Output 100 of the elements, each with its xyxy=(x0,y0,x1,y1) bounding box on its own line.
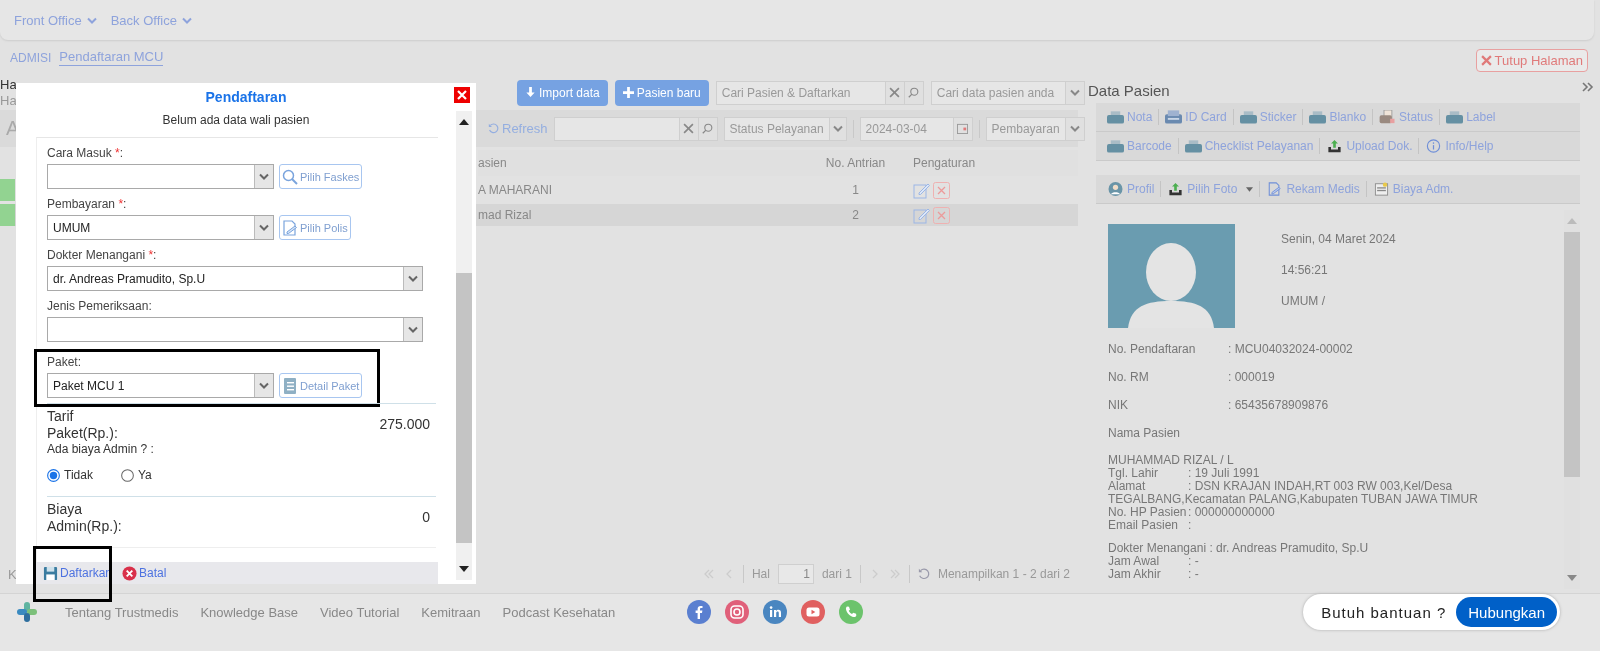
refresh-icon[interactable] xyxy=(917,568,930,580)
panel-title: Data Pasien xyxy=(1088,81,1170,101)
detail-label: No. Pendaftaran xyxy=(1108,342,1197,356)
page-input[interactable]: 1 xyxy=(777,564,814,584)
page-label: Hal xyxy=(751,567,770,581)
footer-link[interactable]: Tentang Trustmedis xyxy=(65,605,179,620)
toolbar-link[interactable]: Nota xyxy=(1101,110,1159,124)
footer-text: K xyxy=(8,566,17,582)
upload-icon xyxy=(1326,139,1344,153)
action-button[interactable]: Pilih Faskes xyxy=(279,164,363,189)
info-line: Tgl. Lahir : 19 Juli 1991 xyxy=(1108,467,1261,480)
facebook-icon[interactable] xyxy=(687,600,712,624)
toolbar-link[interactable]: Checklist Pelayanan xyxy=(1178,139,1320,153)
footer-link[interactable]: Knowledge Base xyxy=(200,605,299,620)
info-label: Jam Awal xyxy=(1108,555,1160,568)
printer-document-icon xyxy=(1379,110,1397,124)
filter-select[interactable]: Cari data pasien anda xyxy=(930,80,1085,105)
select-field[interactable]: UMUM xyxy=(47,215,274,240)
toolbar-link[interactable]: Upload Dok. xyxy=(1320,139,1419,153)
dialog-title: Pendaftaran xyxy=(205,89,287,105)
record-summary: Menampilkan 1 - 2 dari 2 xyxy=(937,567,1070,581)
collapse-icon[interactable] xyxy=(1582,81,1594,93)
radio-option[interactable]: Tidak xyxy=(47,468,93,482)
greeting-text: Ha xyxy=(0,77,17,93)
save-button[interactable]: Daftarkan xyxy=(43,565,113,581)
table-cell-text: A MAHARANI xyxy=(478,183,553,197)
visit-info: 14:56:21 xyxy=(1281,263,1329,277)
toolbar-link[interactable]: Sticker xyxy=(1233,110,1303,124)
scrollbar[interactable] xyxy=(456,111,472,580)
field-label: Jenis Pemeriksaan: xyxy=(47,298,153,314)
action-button[interactable]: Detail Paket xyxy=(279,373,363,398)
menu-button[interactable]: Front Office xyxy=(14,12,97,28)
toolbar-link[interactable]: Rekam Medis xyxy=(1260,182,1366,196)
printer-icon xyxy=(1446,110,1464,124)
toolbar-link[interactable]: Pilih Foto xyxy=(1161,182,1260,196)
printer-icon xyxy=(1107,139,1124,153)
status-strip xyxy=(0,204,15,226)
printer-icon xyxy=(1239,110,1257,124)
admin-question: Ada biaya Admin ? : xyxy=(47,442,155,456)
status-select[interactable]: Status Pelayanan xyxy=(723,116,847,141)
upload-icon xyxy=(1167,182,1185,196)
select-field[interactable] xyxy=(47,317,423,342)
close-page-button[interactable]: Tutup Halaman xyxy=(1475,49,1588,72)
search-field[interactable] xyxy=(553,116,718,141)
select-field[interactable]: Paket MCU 1 xyxy=(47,373,274,398)
edit-icon[interactable] xyxy=(913,181,930,199)
radio-option[interactable]: Ya xyxy=(120,468,152,482)
select-field[interactable] xyxy=(47,164,274,189)
delete-icon[interactable] xyxy=(933,206,950,224)
toolbar-button[interactable]: Import data xyxy=(517,79,608,106)
clear-icon[interactable] xyxy=(683,123,695,134)
toolbar-button[interactable]: Pasien baru xyxy=(614,79,709,106)
action-button[interactable]: Pilih Polis xyxy=(279,215,351,240)
toolbar-link[interactable]: Status xyxy=(1373,110,1440,124)
close-button[interactable] xyxy=(454,87,470,103)
clear-icon[interactable] xyxy=(889,87,901,98)
date-field[interactable]: 2024-03-04 xyxy=(859,116,973,141)
breadcrumb-link[interactable]: Pendaftaran MCU xyxy=(59,49,164,66)
arrow-down-icon xyxy=(525,87,536,98)
search-icon[interactable] xyxy=(908,87,920,98)
cancel-button[interactable]: Batal xyxy=(122,565,167,581)
breadcrumb-link[interactable]: ADMISI xyxy=(10,50,52,65)
footer-link[interactable]: Video Tutorial xyxy=(320,605,400,620)
toolbar-link[interactable]: ID Card xyxy=(1159,110,1233,124)
toolbar-link[interactable]: Blanko xyxy=(1303,110,1373,124)
edit-icon[interactable] xyxy=(913,206,930,224)
toolbar-link[interactable]: Barcode xyxy=(1101,139,1178,153)
linkedin-icon[interactable] xyxy=(763,600,788,624)
search-icon[interactable] xyxy=(702,123,714,134)
visit-info: Senin, 04 Maret 2024 xyxy=(1281,232,1396,246)
search-field[interactable]: Cari Pasien & Daftarkan xyxy=(715,80,924,105)
toolbar-link[interactable]: Label xyxy=(1440,110,1502,124)
contact-button[interactable]: Hubungkan xyxy=(1456,597,1557,627)
table-cell-text: 1 xyxy=(851,183,860,197)
info-label: Dokter Menangani xyxy=(1108,541,1207,555)
close-icon xyxy=(457,90,467,100)
phone-icon[interactable] xyxy=(839,600,864,624)
toolbar-link[interactable]: Profil xyxy=(1101,182,1161,196)
cancel-icon xyxy=(122,565,138,581)
footer-link[interactable]: Podcast Kesehatan xyxy=(502,605,616,620)
table-cell-text: mad Rizal xyxy=(478,208,533,222)
plus-icon xyxy=(622,87,634,98)
youtube-icon[interactable] xyxy=(801,600,826,624)
delete-icon[interactable] xyxy=(933,181,950,199)
payment-select[interactable]: Pembayaran xyxy=(985,116,1085,141)
printer-icon xyxy=(1107,110,1124,124)
scroll-up-icon[interactable] xyxy=(459,119,469,125)
list-document-icon xyxy=(282,377,298,394)
instagram-icon[interactable] xyxy=(725,600,750,624)
refresh-button[interactable]: Refresh xyxy=(488,121,548,136)
footer-link[interactable]: Kemitraan xyxy=(421,605,481,620)
select-field[interactable]: dr. Andreas Pramudito, Sp.U xyxy=(47,266,423,291)
menu-button[interactable]: Back Office xyxy=(110,12,192,28)
detail-label: No. RM xyxy=(1108,370,1150,384)
chevron-down-icon xyxy=(408,326,418,333)
scroll-down-icon[interactable] xyxy=(459,566,469,572)
toolbar-link[interactable]: Info/Help xyxy=(1419,139,1500,153)
toolbar-link[interactable]: Biaya Adm. xyxy=(1366,182,1460,196)
close-icon xyxy=(1480,55,1492,66)
detail-value: : 000019 xyxy=(1228,370,1275,384)
